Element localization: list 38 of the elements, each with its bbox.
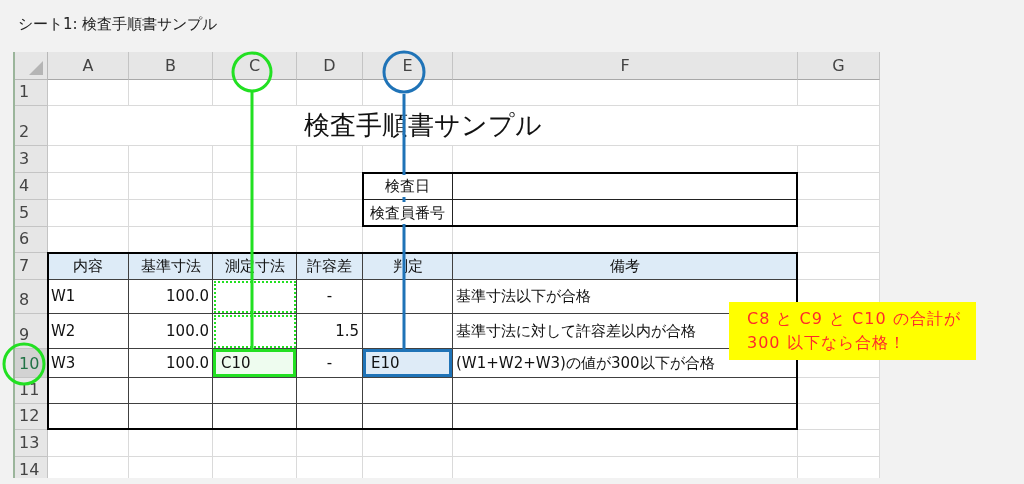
- row-header[interactable]: 8: [15, 280, 48, 314]
- column-header[interactable]: B: [129, 52, 213, 80]
- table-header-cell: 備考: [453, 253, 798, 280]
- row-header[interactable]: 6: [15, 227, 48, 253]
- column-header[interactable]: C: [213, 52, 297, 80]
- table-cell: W2: [48, 314, 129, 349]
- selected-cell: C10: [213, 349, 297, 378]
- table-header-cell: 基準寸法: [129, 253, 213, 280]
- row-header[interactable]: 1: [15, 80, 48, 106]
- row-header[interactable]: 7: [15, 253, 48, 280]
- row-header[interactable]: 4: [15, 173, 48, 200]
- row-header[interactable]: 2: [15, 106, 48, 146]
- table-header-cell: 内容: [48, 253, 129, 280]
- table-cell: (W1+W2+W3)の値が300以下が合格: [453, 349, 798, 378]
- row-header[interactable]: 14: [15, 457, 48, 478]
- row-header[interactable]: 12: [15, 404, 48, 430]
- table-cell: -: [297, 349, 363, 378]
- table-cell: -: [297, 280, 363, 314]
- table-cell: 100.0: [129, 280, 213, 314]
- info-label: 検査員番号: [370, 201, 445, 225]
- row-header[interactable]: 13: [15, 430, 48, 457]
- table-cell: W1: [48, 280, 129, 314]
- callout-note: C8 と C9 と C10 の合計が 300 以下なら合格！: [729, 302, 976, 360]
- column-header[interactable]: F: [453, 52, 798, 80]
- column-header[interactable]: G: [798, 52, 880, 80]
- row-header[interactable]: 5: [15, 200, 48, 227]
- selected-cell: E10: [363, 349, 453, 378]
- page-title: シート1: 検査手順書サンプル: [18, 15, 218, 33]
- table-cell: 100.0: [129, 314, 213, 349]
- column-header[interactable]: A: [48, 52, 129, 80]
- info-label: 検査日: [385, 174, 430, 198]
- table-cell: W3: [48, 349, 129, 378]
- table-header-cell: 許容差: [297, 253, 363, 280]
- column-header[interactable]: E: [363, 52, 453, 80]
- column-header[interactable]: D: [297, 52, 363, 80]
- table-cell: 100.0: [129, 349, 213, 378]
- table-cell: 1.5: [297, 314, 363, 349]
- row-header[interactable]: 3: [15, 146, 48, 173]
